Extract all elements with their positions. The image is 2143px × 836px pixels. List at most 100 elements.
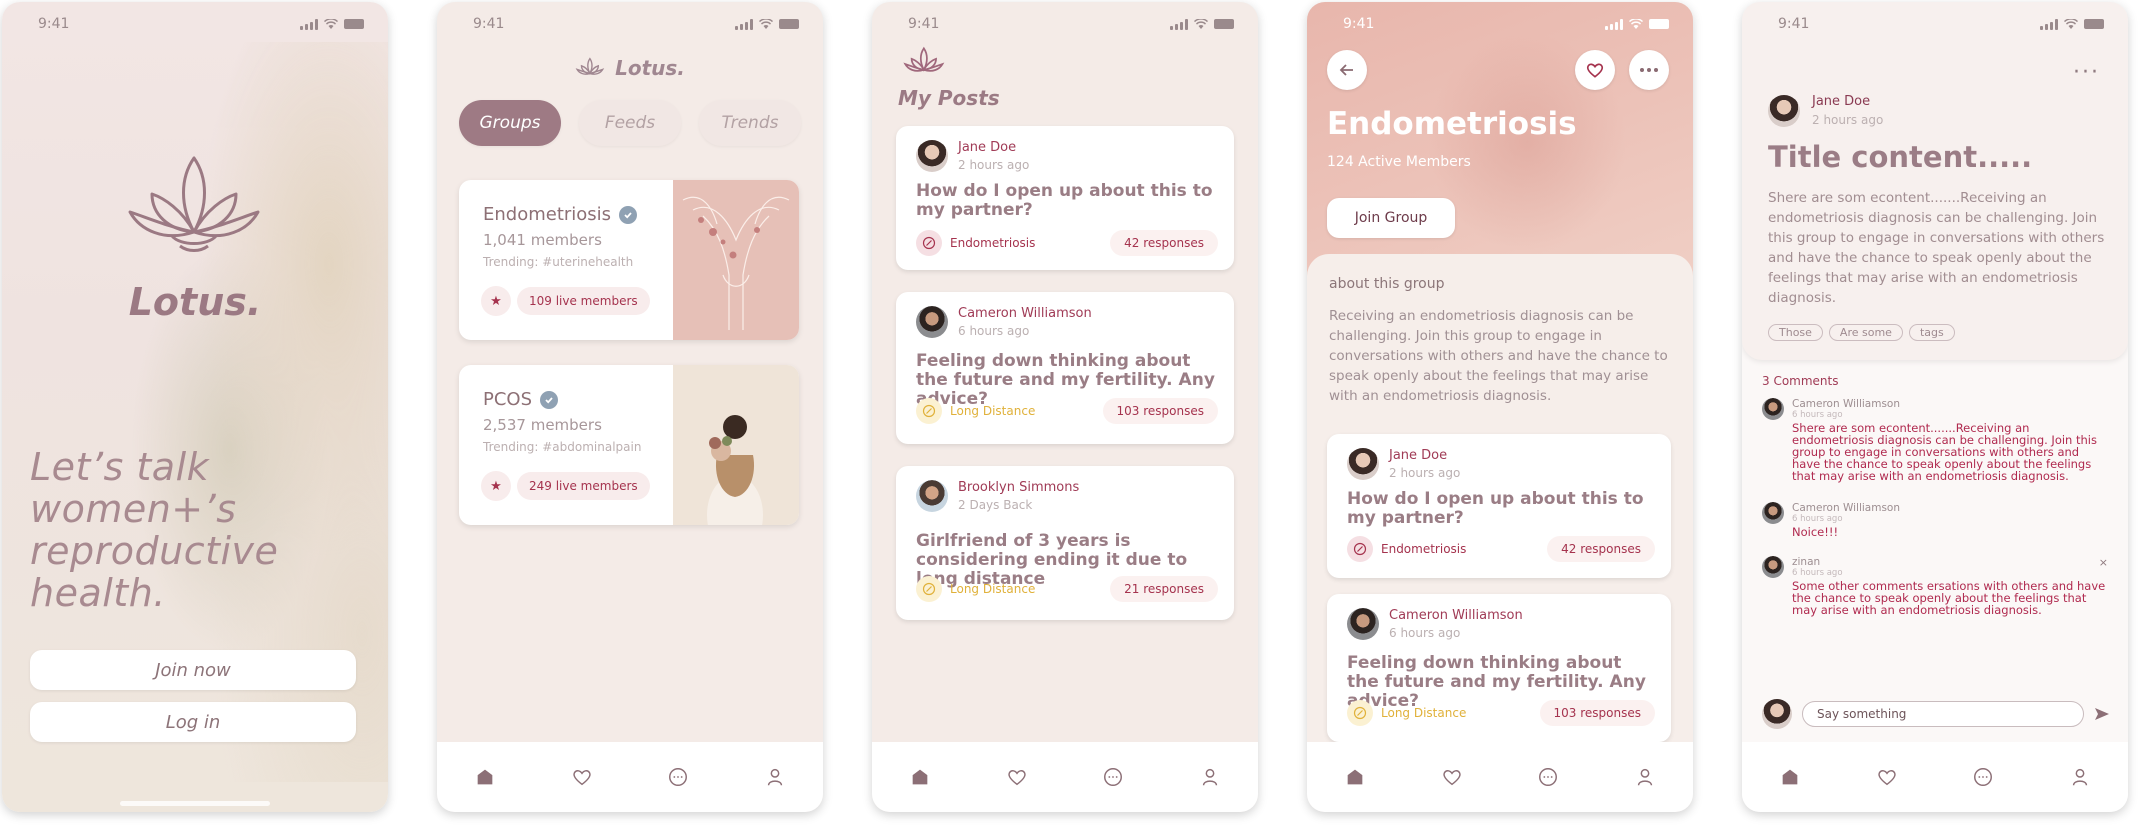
avatar [1768,94,1800,127]
back-button[interactable] [1327,50,1367,90]
send-icon[interactable] [2094,706,2110,722]
post-time: 2 hours ago [958,158,1030,172]
comment-text: Some other comments ersations with other… [1792,579,2106,617]
profile-icon[interactable] [760,762,790,792]
wifi-icon [759,18,773,29]
lotus-icon [128,156,260,252]
battery-icon [344,19,364,29]
group-members: 2,537 members [483,416,602,434]
post-title: How do I open up about this to my partne… [916,181,1213,220]
comment-text: Noice!!! [1792,525,1839,539]
group-members: 1,041 members [483,231,602,249]
join-group-button[interactable]: Join Group [1327,198,1455,238]
wifi-icon [2064,18,2078,29]
chat-icon[interactable] [1533,762,1563,792]
chat-icon[interactable] [663,762,693,792]
home-icon[interactable] [1340,762,1370,792]
heart-icon[interactable] [1872,762,1902,792]
tag-icon [916,230,942,256]
avatar [916,480,948,512]
heart-icon[interactable] [567,762,597,792]
close-icon[interactable]: × [2099,556,2108,569]
post-tag: Endometriosis [950,236,1036,250]
tab-trends[interactable]: Trends [699,100,801,146]
avatar [916,140,948,172]
group-card-pcos[interactable]: PCOS 2,537 members Trending: #abdominalp… [459,365,799,525]
comment-item: Cameron Williamson 6 hours ago Noice!!! [1762,502,2106,538]
battery-icon [1214,19,1234,29]
tab-groups[interactable]: Groups [459,100,561,146]
heart-icon[interactable] [1437,762,1467,792]
profile-icon[interactable] [1630,762,1660,792]
status-bar: 9:41 [908,16,1234,32]
signal-icon [735,18,753,30]
tag-chip[interactable]: Those [1768,324,1823,341]
comment-time: 6 hours ago [1792,568,1843,578]
lotus-icon [575,57,605,75]
verified-check-icon [540,390,559,409]
chat-icon[interactable] [1098,762,1128,792]
status-bar: 9:41 [38,16,364,32]
more-button[interactable] [1629,50,1669,90]
post-card[interactable]: Jane Doe 2 hours ago How do I open up ab… [896,126,1234,270]
post-card[interactable]: Cameron Williamson 6 hours ago Feeling d… [1327,594,1671,742]
group-card-endometriosis[interactable]: Endometriosis 1,041 members Trending: #u… [459,180,799,340]
tag-chip[interactable]: Are some [1828,324,1903,341]
post-tag: Long Distance [950,404,1036,418]
home-icon[interactable] [1775,762,1805,792]
tagline: Let’s talk women+’s reproductive health. [30,445,279,615]
tag-icon [1347,536,1373,562]
bottom-tab-bar [437,742,823,812]
group-trending: Trending: #abdominalpain [483,440,642,454]
tab-feeds[interactable]: Feeds [579,100,681,146]
bottom-tab-bar [1742,742,2128,812]
avatar [1347,448,1379,480]
chat-icon[interactable] [1968,762,1998,792]
active-members: 124 Active Members [1327,154,1471,170]
group-title: Endometriosis [1327,106,1577,142]
lotus-icon [903,46,945,72]
page-title: My Posts [898,86,1000,110]
signal-icon [1605,18,1623,30]
bottom-tab-bar [1307,742,1693,812]
more-icon [1640,68,1658,72]
post-time: 2 hours ago [1389,466,1461,480]
comment-input[interactable]: Say something [1802,701,2084,727]
woman-with-flowers-photo [673,365,799,525]
favorite-button[interactable] [1575,50,1615,90]
login-button[interactable]: Log in [30,702,356,742]
status-time: 9:41 [908,16,940,32]
welcome-screen: 9:41 Lotus. Let’s talk women+’s reproduc… [2,2,388,812]
heart-icon[interactable] [1002,762,1032,792]
tag-chip[interactable]: tags [1908,324,1955,341]
profile-icon[interactable] [1195,762,1225,792]
comment-author: Cameron Williamson [1792,502,1900,514]
post-time: 6 hours ago [958,324,1030,338]
avatar [916,306,948,338]
tag-icon [1347,700,1373,726]
post-card[interactable]: Brooklyn Simmons 2 Days Back Girlfriend … [896,466,1234,620]
post-card[interactable]: Cameron Williamson 6 hours ago Feeling d… [896,292,1234,444]
post-detail-screen: 9:41 ··· Jane Doe 2 hours ago Title cont… [1742,2,2128,812]
group-trending: Trending: #uterinehealth [483,255,634,269]
post-card[interactable]: Jane Doe 2 hours ago How do I open up ab… [1327,434,1671,578]
battery-icon [779,19,799,29]
status-time: 9:41 [1343,16,1375,32]
verified-check-icon [619,205,638,224]
segmented-tabs: Groups Feeds Trends [459,100,801,146]
more-icon[interactable]: ··· [2073,60,2100,85]
home-icon[interactable] [905,762,935,792]
live-members-badge: 109 live members [517,287,650,315]
home-icon[interactable] [470,762,500,792]
comment-time: 6 hours ago [1792,514,1843,524]
bottom-tab-bar [872,742,1258,812]
home-indicator [120,801,270,806]
profile-icon[interactable] [2065,762,2095,792]
post-author: Jane Doe [1389,448,1448,463]
post-tag: Endometriosis [1381,542,1467,556]
signal-icon [1170,18,1188,30]
comments-count: 3 Comments [1762,374,1839,388]
join-now-button[interactable]: Join now [30,650,356,690]
avatar [1347,608,1379,640]
avatar [1762,398,1784,420]
